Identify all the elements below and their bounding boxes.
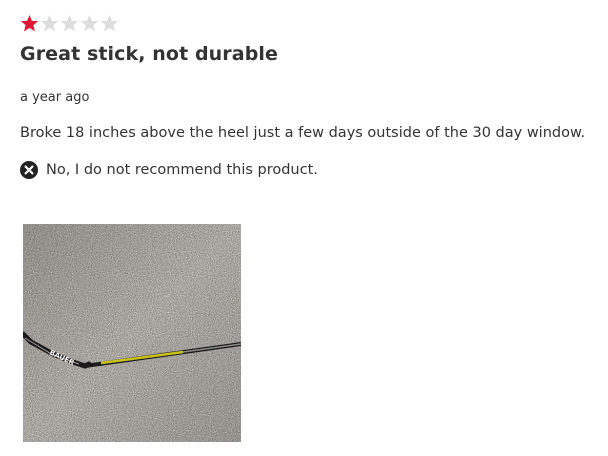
star-empty-icon	[100, 14, 119, 33]
star-empty-icon	[80, 14, 99, 33]
star-empty-icon	[40, 14, 59, 33]
x-circle-icon	[20, 161, 38, 179]
review: Great stick, not durable a year ago Brok…	[20, 12, 600, 182]
review-photo[interactable]: BAUER	[23, 224, 241, 442]
star-empty-icon	[60, 14, 79, 33]
review-date: a year ago	[20, 90, 90, 105]
star-filled-icon	[20, 14, 39, 33]
review-title: Great stick, not durable	[20, 43, 278, 65]
recommendation-text: No, I do not recommend this product.	[46, 162, 318, 178]
star-rating	[20, 12, 600, 34]
review-text: Broke 18 inches above the heel just a fe…	[20, 125, 586, 141]
recommendation: No, I do not recommend this product.	[20, 158, 600, 182]
